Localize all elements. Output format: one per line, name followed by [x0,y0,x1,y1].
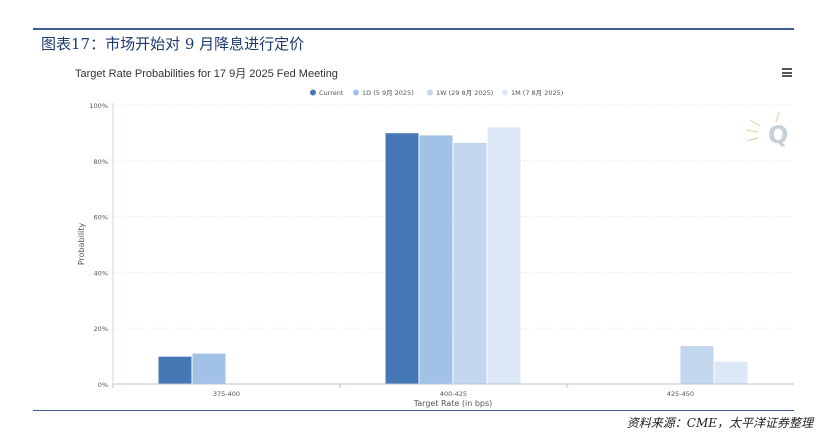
bar[interactable] [487,127,521,384]
legend-marker [353,89,359,96]
x-axis-ticks: 375-400 400-425 425-450 [112,384,694,398]
svg-text:Q: Q [768,121,788,149]
x-tick-label: 425-450 [667,390,694,398]
y-axis-ticks: 0% 20% 40% 60% 80% 100% [89,102,108,389]
q-logo-watermark: Q [745,111,788,149]
chart-svg: Current 1D (5 9月 2025) 1W (29 8月 2025) 1M (… [77,89,794,408]
legend-label: 1M (7 8月 2025) [511,89,563,97]
legend-marker [427,89,433,96]
y-tick-label: 0% [98,381,108,389]
bar[interactable] [680,346,714,384]
y-tick-label: 80% [94,158,108,166]
y-tick-label: 20% [94,325,108,333]
legend-label: 1D (5 9月 2025) [362,89,414,97]
source-note: 资料来源：CME，太平洋证券整理 [626,416,813,430]
bar[interactable] [419,135,453,384]
legend-marker [310,89,316,96]
legend-label: Current [319,89,344,97]
bar[interactable] [714,361,748,384]
y-tick-label: 40% [94,269,108,277]
legend-item[interactable]: 1M (7 8月 2025) [502,89,563,97]
bar[interactable] [453,142,487,384]
bars [158,127,748,384]
y-tick-label: 100% [89,102,108,110]
y-axis-label: Probability [77,223,86,266]
bar[interactable] [385,133,419,384]
legend-item[interactable]: 1W (29 8月 2025) [427,89,493,97]
x-tick-label: 375-400 [213,390,240,398]
legend-marker [502,89,508,96]
legend-label: 1W (29 8月 2025) [436,89,493,97]
bar[interactable] [192,353,226,384]
x-tick-label: 400-425 [440,390,467,398]
bar[interactable] [158,356,192,384]
legend: Current 1D (5 9月 2025) 1W (29 8月 2025) 1M (… [310,89,563,97]
x-axis-label: Target Rate (in bps) [413,399,493,408]
legend-item[interactable]: 1D (5 9月 2025) [353,89,414,97]
legend-item[interactable]: Current [310,89,344,97]
bottom-rule [33,410,794,411]
y-tick-label: 60% [94,214,108,222]
